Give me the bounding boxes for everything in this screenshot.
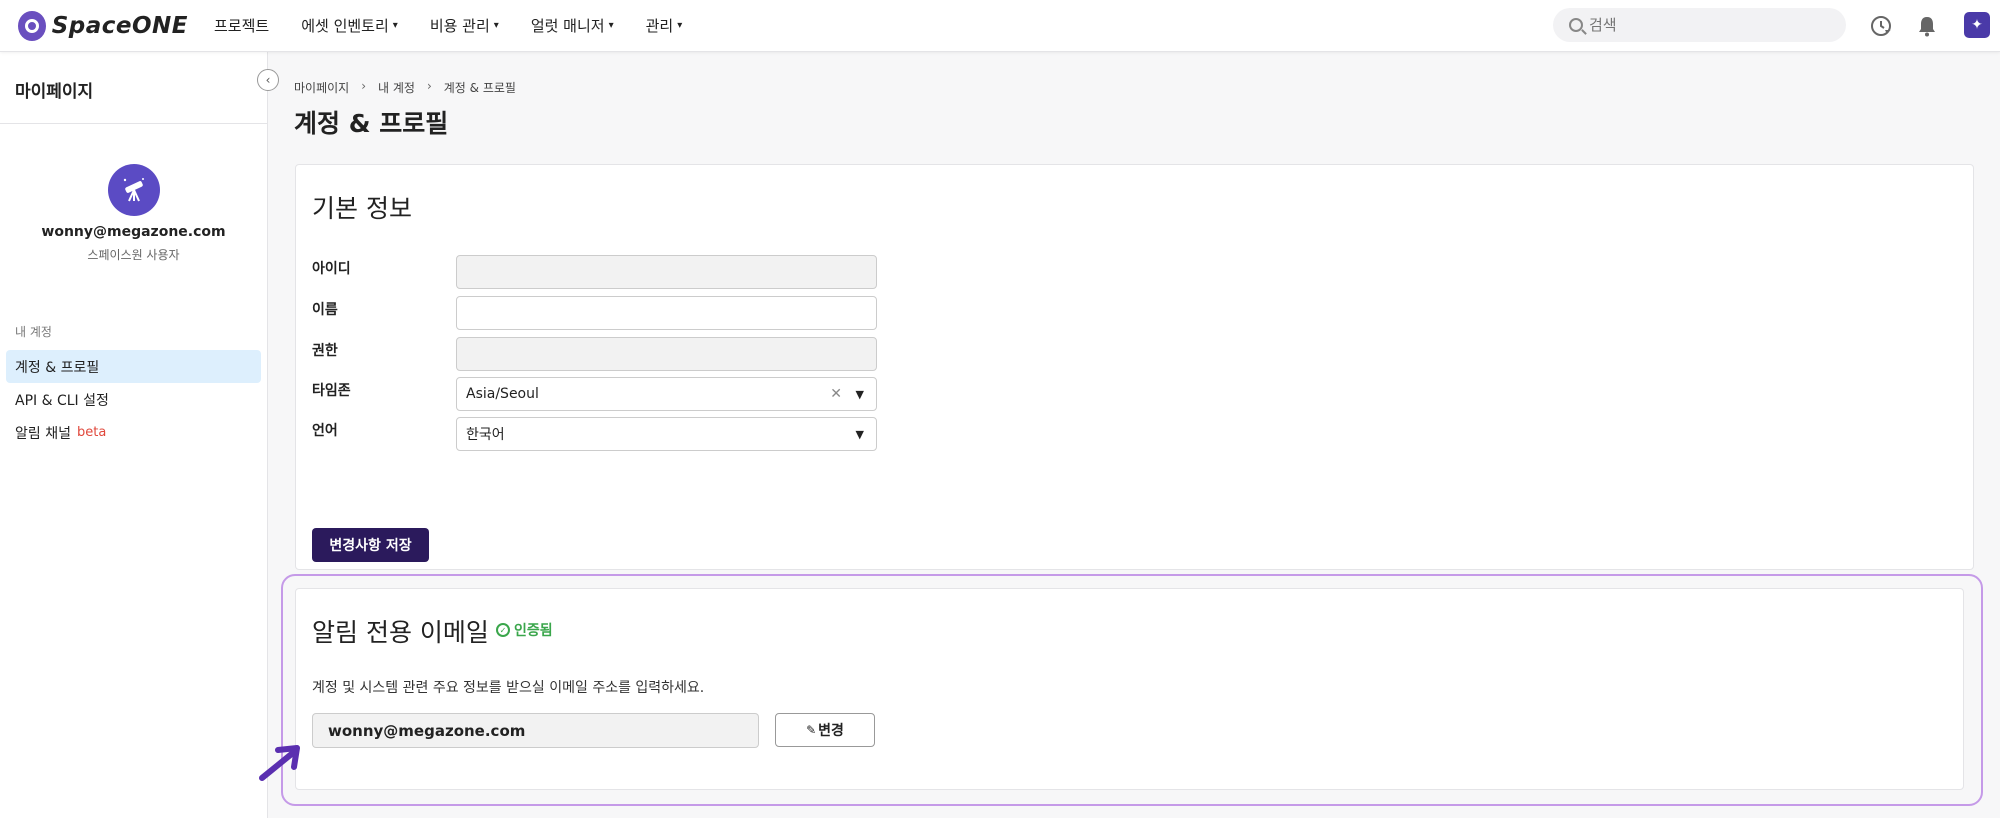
bell-icon[interactable] (1914, 13, 1940, 39)
verified-badge: ✓ 인증됨 (496, 620, 553, 640)
search-icon (1569, 18, 1583, 32)
chevron-down-icon: ▾ (493, 20, 499, 31)
top-navigation: SpaceONE 프로젝트 에셋 인벤토리 ▾ 비용 관리 ▾ 얼럿 매니저 ▾ 관리… (0, 0, 2000, 52)
field-label-language: 언어 (312, 423, 338, 439)
menu-label: 비용 관리 (429, 17, 490, 35)
check-circle-icon: ✓ (496, 623, 510, 637)
chevron-right-icon: › (426, 79, 432, 93)
notification-email-card: 알림 전용 이메일 ✓ 인증됨 계정 및 시스템 관련 주요 정보를 받으실 이… (295, 588, 1964, 790)
sidebar-item-label: API & CLI 설정 (15, 392, 109, 409)
field-label-role: 권한 (312, 343, 338, 359)
beta-badge: beta (76, 425, 107, 440)
timezone-select[interactable]: Asia/Seoul ✕ ▼ (456, 377, 877, 411)
language-select[interactable]: 한국어 ▼ (456, 417, 877, 451)
profile-summary: wonny@megazone.com 스페이스원 사용자 (0, 124, 267, 263)
logo-icon (18, 10, 46, 41)
timezone-value: Asia/Seoul (466, 386, 539, 402)
sidebar-item-notification-channel[interactable]: 알림 채널 beta (6, 416, 261, 449)
role-field (456, 337, 877, 371)
field-label-timezone: 타임존 (312, 383, 351, 399)
notification-email-description: 계정 및 시스템 관련 주요 정보를 받으실 이메일 주소를 입력하세요. (312, 680, 705, 696)
clear-icon[interactable]: ✕ (830, 386, 842, 402)
page-title: 계정 & 프로필 (294, 109, 449, 138)
telescope-avatar-icon (107, 164, 160, 216)
chevron-down-icon: ▼ (855, 427, 864, 441)
nav-section-label: 내 계정 (15, 325, 52, 339)
sidebar: 마이페이지 ‹ wonny@megazone.com 스페이스원 사용자 내 계… (0, 52, 279, 818)
search-input[interactable] (1589, 16, 1809, 34)
language-value: 한국어 (466, 427, 505, 443)
sidebar-item-api-cli[interactable]: API & CLI 설정 (6, 383, 261, 416)
menu-item-project[interactable]: 프로젝트 (214, 15, 269, 36)
spaceone-logo[interactable]: SpaceONE (18, 10, 188, 41)
annotation-arrow-icon (259, 745, 300, 781)
search-bar[interactable] (1553, 8, 1846, 42)
sidebar-nav: 계정 & 프로필 API & CLI 설정 알림 채널 beta (0, 350, 267, 449)
chevron-right-icon: › (361, 79, 367, 93)
sidebar-item-label: 알림 채널 (15, 425, 71, 442)
menu-label: 프로젝트 (214, 17, 270, 35)
profile-role: 스페이스원 사용자 (87, 248, 180, 262)
chevron-down-icon: ▾ (677, 20, 683, 31)
menu-label: 에셋 인벤토리 (301, 17, 389, 35)
menu-item-asset-inventory[interactable]: 에셋 인벤토리 ▾ (301, 15, 398, 36)
breadcrumb-item[interactable]: 내 계정 (378, 79, 415, 96)
menu-label: 얼럿 매니저 (530, 17, 605, 35)
chevron-down-icon: ▼ (855, 387, 864, 401)
breadcrumb-item-current: 계정 & 프로필 (443, 81, 516, 95)
field-label-id: 아이디 (312, 261, 351, 277)
change-label: 변경 (818, 723, 844, 739)
menu-item-alert-manager[interactable]: 얼럿 매니저 ▾ (531, 15, 614, 36)
basic-info-card: 기본 정보 아이디 이름 권한 타임존 Asia/Seoul ✕ ▼ 언어 한국… (295, 164, 1974, 570)
notification-email-title: 알림 전용 이메일 (312, 618, 489, 647)
breadcrumb-item[interactable]: 마이페이지 (294, 79, 349, 96)
basic-info-title: 기본 정보 (312, 194, 412, 223)
pencil-icon: ✎ (806, 723, 817, 737)
chevron-down-icon: ▾ (608, 20, 614, 31)
field-label-name: 이름 (312, 302, 338, 318)
notification-email-field: wonny@megazone.com (312, 713, 759, 748)
sidebar-title: 마이페이지 (0, 52, 267, 124)
logo-text: SpaceONE (51, 12, 188, 39)
sidebar-item-account-profile[interactable]: 계정 & 프로필 (6, 350, 261, 383)
save-changes-button[interactable]: 변경사항 저장 (312, 528, 429, 562)
change-email-button[interactable]: ✎ 변경 (775, 713, 875, 747)
recent-icon[interactable] (1868, 13, 1894, 39)
profile-email: wonny@megazone.com (41, 224, 226, 240)
user-avatar-icon[interactable]: ✦ (1964, 12, 1990, 38)
breadcrumb: 마이페이지 › 내 계정 › 계정 & 프로필 (294, 79, 516, 96)
menu-item-cost-management[interactable]: 비용 관리 ▾ (430, 15, 499, 36)
sidebar-item-label: 계정 & 프로필 (15, 359, 100, 376)
main-menu: 프로젝트 에셋 인벤토리 ▾ 비용 관리 ▾ 얼럿 매니저 ▾ 관리 ▾ (214, 15, 714, 36)
verified-label: 인증됨 (514, 623, 553, 639)
id-field (456, 255, 877, 289)
menu-label: 관리 (645, 17, 674, 35)
menu-item-administration[interactable]: 관리 ▾ (646, 15, 683, 36)
name-field[interactable] (456, 296, 877, 330)
collapse-sidebar-icon[interactable]: ‹ (257, 69, 279, 91)
chevron-down-icon: ▾ (392, 20, 398, 31)
